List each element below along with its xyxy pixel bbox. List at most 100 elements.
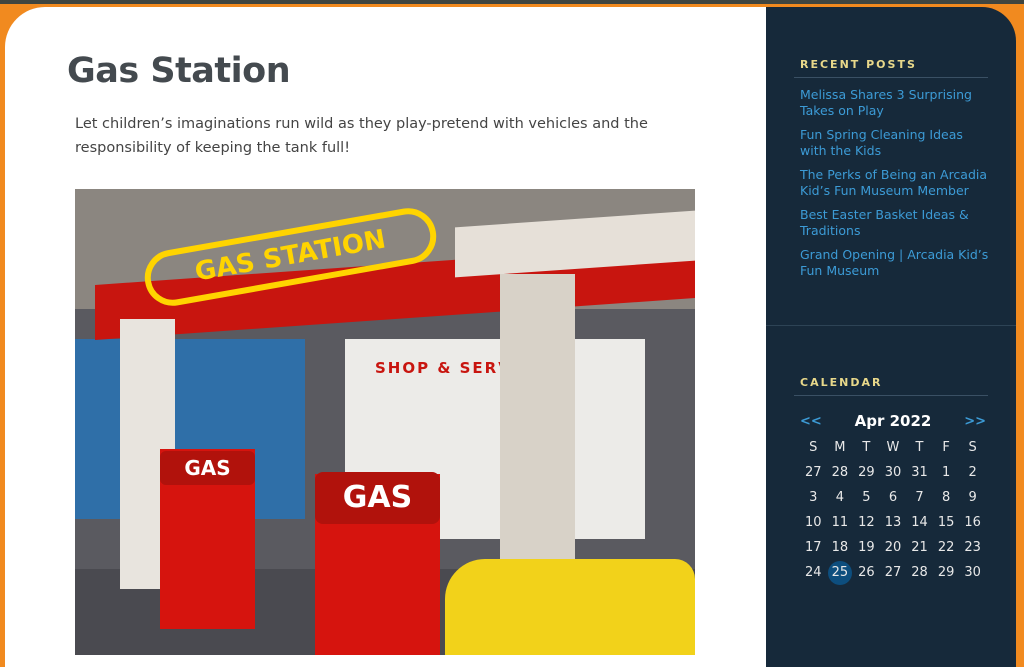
top-bar bbox=[0, 0, 1024, 4]
calendar-day[interactable]: 9 bbox=[969, 490, 977, 505]
post-link[interactable]: Best Easter Basket Ideas & Traditions bbox=[800, 207, 990, 239]
calendar-cell: 11 bbox=[827, 510, 854, 535]
calendar-day[interactable]: 3 bbox=[809, 490, 817, 505]
shop-sign: SHOP & SERV bbox=[375, 359, 512, 377]
post-link[interactable]: Grand Opening | Arcadia Kid’s Fun Museum bbox=[800, 247, 990, 279]
calendar-day[interactable]: 4 bbox=[836, 490, 844, 505]
calendar-day[interactable]: 23 bbox=[964, 540, 981, 555]
calendar-cell: 4 bbox=[827, 485, 854, 510]
divider bbox=[794, 395, 988, 396]
calendar-cell: 29 bbox=[933, 560, 960, 585]
pump-sign: GAS bbox=[160, 451, 255, 485]
calendar-cell: 9 bbox=[959, 485, 986, 510]
post-link[interactable]: Fun Spring Cleaning Ideas with the Kids bbox=[800, 127, 990, 159]
calendar-day[interactable]: 22 bbox=[938, 540, 955, 555]
weekday-header: S bbox=[968, 440, 977, 455]
divider bbox=[766, 325, 1016, 326]
calendar-month: Apr 2022 bbox=[854, 412, 932, 430]
calendar: << Apr 2022 >> S M T W T F S 27 28 29 30 31 1 2 3 4 5 6 7 8… bbox=[800, 409, 986, 585]
main-content: Gas Station Let children’s imaginations … bbox=[5, 7, 766, 667]
calendar-day[interactable]: 26 bbox=[858, 565, 875, 580]
weekday-header: S bbox=[809, 440, 818, 455]
calendar-cell: 29 bbox=[853, 460, 880, 485]
calendar-day[interactable]: 31 bbox=[911, 465, 928, 480]
calendar-day[interactable]: 27 bbox=[885, 565, 902, 580]
calendar-cell: 10 bbox=[800, 510, 827, 535]
divider bbox=[794, 77, 988, 78]
calendar-day[interactable]: 29 bbox=[858, 465, 875, 480]
calendar-day[interactable]: 2 bbox=[969, 465, 977, 480]
sidebar: RECENT POSTS Melissa Shares 3 Surprising… bbox=[766, 7, 1016, 667]
weekday-header: F bbox=[942, 440, 950, 455]
calendar-cell: 2 bbox=[959, 460, 986, 485]
calendar-day[interactable]: 28 bbox=[832, 465, 849, 480]
calendar-grid: S M T W T F S 27 28 29 30 31 1 2 3 4 5 6 7 8 9 10 11 12 13 14 15 16… bbox=[800, 435, 986, 585]
next-month-button[interactable]: >> bbox=[964, 414, 986, 429]
calendar-cell: 6 bbox=[880, 485, 907, 510]
calendar-cell: 18 bbox=[827, 535, 854, 560]
calendar-day[interactable]: 20 bbox=[885, 540, 902, 555]
calendar-cell: 5 bbox=[853, 485, 880, 510]
calendar-day[interactable]: 1 bbox=[942, 465, 950, 480]
page-title: Gas Station bbox=[67, 51, 291, 91]
calendar-cell: 26 bbox=[853, 560, 880, 585]
pump-sign: GAS bbox=[315, 472, 440, 524]
weekday-header: T bbox=[915, 440, 924, 455]
calendar-day[interactable]: 14 bbox=[911, 515, 928, 530]
calendar-title: CALENDAR bbox=[800, 376, 883, 389]
calendar-day[interactable]: 30 bbox=[885, 465, 902, 480]
calendar-cell: 27 bbox=[880, 560, 907, 585]
calendar-cell: 28 bbox=[906, 560, 933, 585]
recent-posts-list: Melissa Shares 3 Surprising Takes on Pla… bbox=[800, 87, 990, 287]
calendar-cell: 14 bbox=[906, 510, 933, 535]
calendar-day[interactable]: 7 bbox=[915, 490, 923, 505]
calendar-cell: 15 bbox=[933, 510, 960, 535]
calendar-day[interactable]: 19 bbox=[858, 540, 875, 555]
calendar-cell: 13 bbox=[880, 510, 907, 535]
calendar-day[interactable]: 10 bbox=[805, 515, 822, 530]
calendar-day[interactable]: 29 bbox=[938, 565, 955, 580]
calendar-cell: 12 bbox=[853, 510, 880, 535]
calendar-cell: 24 bbox=[800, 560, 827, 585]
calendar-day[interactable]: 30 bbox=[964, 565, 981, 580]
calendar-cell: 8 bbox=[933, 485, 960, 510]
calendar-day[interactable]: 8 bbox=[942, 490, 950, 505]
calendar-day[interactable]: 11 bbox=[832, 515, 849, 530]
calendar-cell: 31 bbox=[906, 460, 933, 485]
calendar-cell: 30 bbox=[880, 460, 907, 485]
calendar-cell: 16 bbox=[959, 510, 986, 535]
calendar-cell: 30 bbox=[959, 560, 986, 585]
calendar-day[interactable]: 18 bbox=[832, 540, 849, 555]
weekday-header: T bbox=[862, 440, 871, 455]
calendar-day[interactable]: 28 bbox=[911, 565, 928, 580]
calendar-cell: 17 bbox=[800, 535, 827, 560]
intro-text: Let children’s imaginations run wild as … bbox=[75, 116, 648, 156]
calendar-day[interactable]: 6 bbox=[889, 490, 897, 505]
calendar-day[interactable]: 25 bbox=[827, 560, 852, 585]
calendar-cell: 23 bbox=[959, 535, 986, 560]
calendar-cell: 20 bbox=[880, 535, 907, 560]
calendar-day[interactable]: 12 bbox=[858, 515, 875, 530]
calendar-cell: 19 bbox=[853, 535, 880, 560]
calendar-day[interactable]: 21 bbox=[911, 540, 928, 555]
calendar-cell: 25 bbox=[827, 560, 854, 585]
calendar-day[interactable]: 15 bbox=[938, 515, 955, 530]
post-link[interactable]: The Perks of Being an Arcadia Kid’s Fun … bbox=[800, 167, 990, 199]
calendar-cell: 27 bbox=[800, 460, 827, 485]
calendar-day[interactable]: 5 bbox=[862, 490, 870, 505]
calendar-cell: 22 bbox=[933, 535, 960, 560]
recent-posts-title: RECENT POSTS bbox=[800, 58, 917, 71]
calendar-day[interactable]: 17 bbox=[805, 540, 822, 555]
calendar-cell: 28 bbox=[827, 460, 854, 485]
calendar-day[interactable]: 13 bbox=[885, 515, 902, 530]
calendar-cell: 1 bbox=[933, 460, 960, 485]
calendar-cell: 21 bbox=[906, 535, 933, 560]
calendar-day[interactable]: 16 bbox=[964, 515, 981, 530]
calendar-day[interactable]: 27 bbox=[805, 465, 822, 480]
calendar-day[interactable]: 24 bbox=[805, 565, 822, 580]
post-link[interactable]: Melissa Shares 3 Surprising Takes on Pla… bbox=[800, 87, 990, 119]
prev-month-button[interactable]: << bbox=[800, 414, 822, 429]
weekday-header: W bbox=[886, 440, 900, 455]
gas-station-photo: GAS STATION SHOP & SERV GAS GAS bbox=[75, 189, 695, 655]
weekday-header: M bbox=[834, 440, 846, 455]
